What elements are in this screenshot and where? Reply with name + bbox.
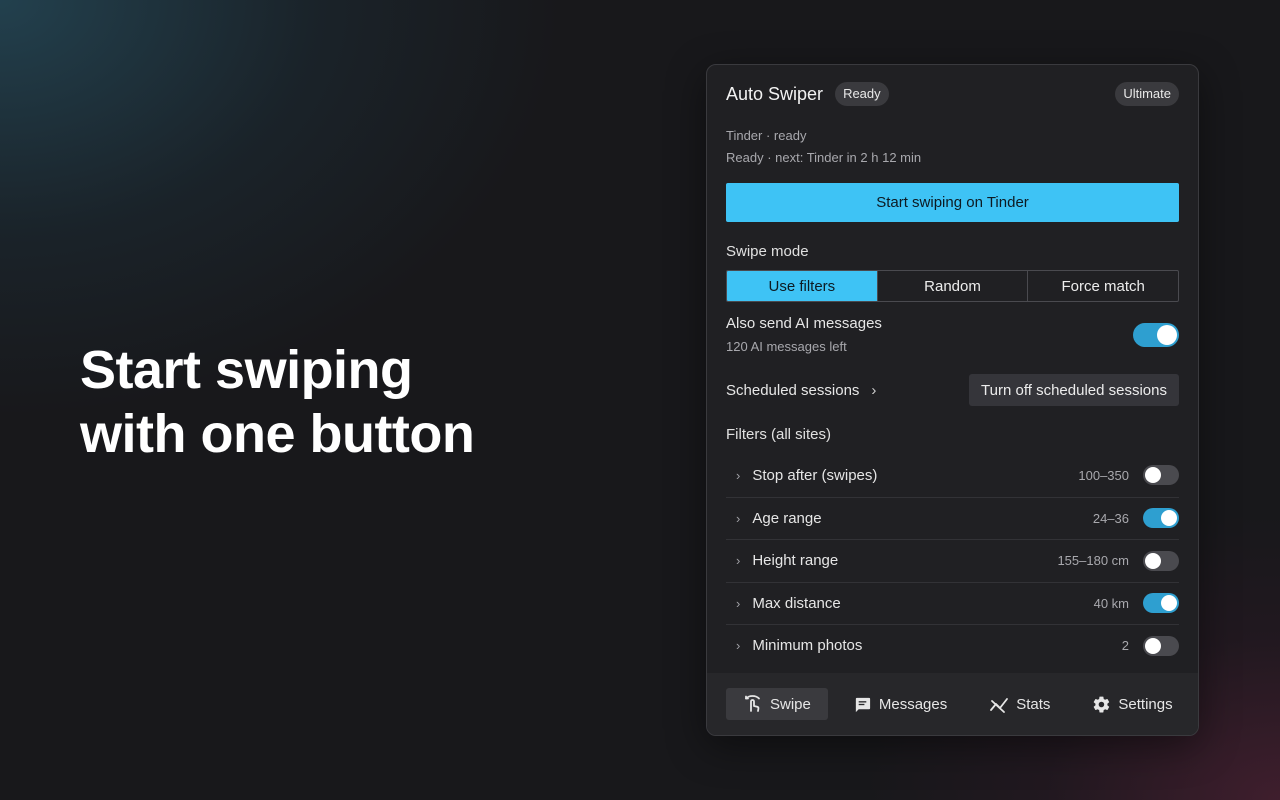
chevron-right-icon: › xyxy=(736,467,741,483)
chevron-right-icon: › xyxy=(736,595,741,611)
turn-off-scheduled-button[interactable]: Turn off scheduled sessions xyxy=(969,374,1179,406)
toggle-knob xyxy=(1157,324,1177,345)
filter-list: › Stop after (swipes) 100–350 › Age rang… xyxy=(726,454,1179,667)
swipe-mode-use-filters[interactable]: Use filters xyxy=(727,271,877,301)
filter-value: 100–350 xyxy=(1078,467,1129,483)
ai-messages-remaining: 120 AI messages left xyxy=(726,339,847,354)
status-line-next: Ready · next: Tinder in 2 h 12 min xyxy=(726,150,922,165)
filter-name: Age range xyxy=(752,509,822,527)
scheduled-sessions-row: Scheduled sessions › Turn off scheduled … xyxy=(726,374,1179,406)
status-badge: Ready xyxy=(835,82,889,106)
nav-settings-label: Settings xyxy=(1118,695,1173,713)
chevron-right-icon: › xyxy=(736,553,741,569)
ai-messages-title: Also send AI messages xyxy=(726,315,882,332)
scheduled-sessions-label: Scheduled sessions xyxy=(726,381,860,399)
nav-settings[interactable]: Settings xyxy=(1075,688,1189,720)
filter-row-minimum-photos[interactable]: › Minimum photos 2 xyxy=(726,624,1179,667)
ai-messages-toggle[interactable] xyxy=(1133,322,1179,347)
bottom-nav: Swipe Messages Stats Settings xyxy=(707,673,1198,735)
status-text: Tinder · ready Ready · next: Tinder in 2… xyxy=(726,125,1179,169)
filter-toggle-height-range[interactable] xyxy=(1143,550,1179,571)
hero-headline-line2: with one button xyxy=(80,404,475,464)
filter-name: Stop after (swipes) xyxy=(752,466,878,484)
filter-row-age-range[interactable]: › Age range 24–36 xyxy=(726,496,1179,540)
auto-swiper-panel: Auto Swiper Ready Ultimate Tinder · read… xyxy=(706,64,1199,736)
nav-stats[interactable]: Stats xyxy=(972,688,1067,720)
chevron-right-icon: › xyxy=(736,638,741,654)
filter-toggle-max-distance[interactable] xyxy=(1143,593,1179,614)
nav-stats-label: Stats xyxy=(1016,695,1051,713)
scheduled-sessions-link[interactable]: Scheduled sessions › xyxy=(726,382,876,399)
filter-row-max-distance[interactable]: › Max distance 40 km xyxy=(726,581,1179,625)
ai-messages-row: Also send AI messages 120 AI messages le… xyxy=(726,315,1179,354)
chevron-right-icon: › xyxy=(871,381,877,399)
swipe-mode-selector: Use filters Random Force match xyxy=(726,270,1179,302)
gear-icon xyxy=(1092,695,1111,714)
toggle-knob xyxy=(1161,510,1177,527)
swipe-mode-random[interactable]: Random xyxy=(876,271,1028,301)
filter-value: 155–180 cm xyxy=(1057,553,1129,569)
hero-headline: Start swiping with one button xyxy=(80,338,475,466)
filter-toggle-minimum-photos[interactable] xyxy=(1143,635,1179,656)
toggle-knob xyxy=(1145,637,1161,654)
app-title: Auto Swiper xyxy=(726,83,824,104)
filter-name: Height range xyxy=(752,552,839,570)
panel-header: Auto Swiper Ready Ultimate xyxy=(726,65,1179,123)
toggle-knob xyxy=(1145,467,1161,484)
filter-row-height-range[interactable]: › Height range 155–180 cm xyxy=(726,539,1179,582)
filter-value: 40 km xyxy=(1093,595,1129,611)
nav-messages-label: Messages xyxy=(878,695,948,713)
message-icon xyxy=(853,695,872,714)
nav-messages[interactable]: Messages xyxy=(836,688,964,720)
status-line-site: Tinder · ready xyxy=(726,128,807,143)
toggle-knob xyxy=(1145,552,1161,569)
toggle-knob xyxy=(1161,595,1177,612)
swipe-icon xyxy=(743,694,763,714)
filters-label: Filters (all sites) xyxy=(726,426,832,443)
filter-name: Max distance xyxy=(752,594,841,612)
chevron-right-icon: › xyxy=(736,510,741,526)
filter-name: Minimum photos xyxy=(752,637,863,655)
stats-icon xyxy=(989,694,1009,714)
filter-toggle-stop-after[interactable] xyxy=(1143,465,1179,486)
swipe-mode-label: Swipe mode xyxy=(726,243,809,260)
swipe-mode-force-match[interactable]: Force match xyxy=(1027,271,1178,301)
plan-badge: Ultimate xyxy=(1115,82,1179,106)
filter-value: 24–36 xyxy=(1092,510,1129,526)
nav-swipe-label: Swipe xyxy=(770,695,811,713)
filter-toggle-age-range[interactable] xyxy=(1143,508,1179,529)
filter-row-stop-after[interactable]: › Stop after (swipes) 100–350 xyxy=(726,454,1179,497)
nav-swipe[interactable]: Swipe xyxy=(726,688,828,720)
start-swiping-button[interactable]: Start swiping on Tinder xyxy=(726,183,1179,222)
hero-headline-line1: Start swiping xyxy=(80,340,413,400)
filter-value: 2 xyxy=(1121,638,1129,654)
